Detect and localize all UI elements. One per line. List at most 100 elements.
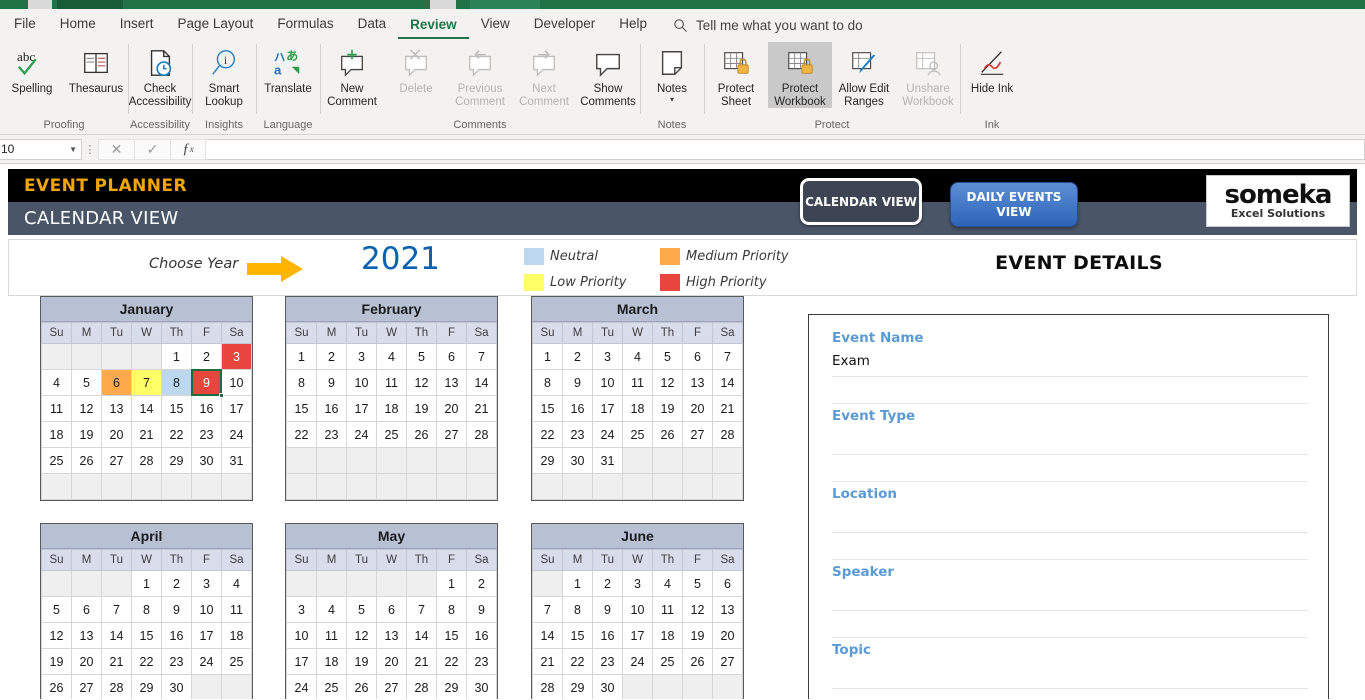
field-value-continuation[interactable]: [832, 533, 1308, 560]
calendar-day-cell[interactable]: 19: [407, 396, 437, 422]
field-value-continuation[interactable]: [832, 377, 1308, 404]
calendar-day-cell[interactable]: 10: [222, 370, 252, 396]
calendar-day-cell[interactable]: 12: [72, 396, 102, 422]
calendar-day-cell[interactable]: 1: [563, 571, 593, 597]
field-value-continuation[interactable]: [832, 611, 1308, 638]
calendar-day-cell[interactable]: 9: [162, 597, 192, 623]
calendar-day-cell[interactable]: 25: [623, 422, 653, 448]
calendar-day-cell[interactable]: 15: [162, 396, 192, 422]
calendar-day-cell[interactable]: 27: [713, 649, 743, 675]
calendar-day-cell[interactable]: 22: [287, 422, 317, 448]
calendar-day-cell[interactable]: 14: [713, 370, 743, 396]
calendar-day-cell[interactable]: 5: [42, 597, 72, 623]
year-selector[interactable]: 2021: [361, 241, 451, 277]
calendar-day-cell[interactable]: 10: [347, 370, 377, 396]
calendar-day-cell[interactable]: 9: [192, 370, 222, 396]
calendar-day-cell[interactable]: 27: [102, 448, 132, 474]
chevron-down-icon[interactable]: ▼: [69, 145, 77, 154]
field-value-continuation[interactable]: [832, 455, 1308, 482]
calendar-day-cell[interactable]: 4: [653, 571, 683, 597]
calendar-day-cell[interactable]: 28: [533, 675, 563, 700]
calendar-day-cell[interactable]: 7: [467, 344, 497, 370]
calendar-view-button[interactable]: CALENDAR VIEW: [800, 178, 922, 225]
calendar-day-cell[interactable]: 29: [162, 448, 192, 474]
calendar-day-cell[interactable]: 28: [713, 422, 743, 448]
calendar-day-cell[interactable]: 24: [593, 422, 623, 448]
calendar-day-cell[interactable]: 22: [533, 422, 563, 448]
check-accessibility-button[interactable]: Check Accessibility: [128, 42, 192, 108]
calendar-day-cell[interactable]: 24: [222, 422, 252, 448]
calendar-day-cell[interactable]: 5: [683, 571, 713, 597]
calendar-day-cell[interactable]: 30: [162, 675, 192, 700]
calendar-day-cell[interactable]: 6: [102, 370, 132, 396]
calendar-day-cell[interactable]: 17: [287, 649, 317, 675]
ribbon-tab-page-layout[interactable]: Page Layout: [166, 11, 266, 39]
calendar-day-cell[interactable]: 27: [377, 675, 407, 700]
formula-bar-grip[interactable]: ⋮: [82, 143, 98, 156]
calendar-day-cell[interactable]: 12: [407, 370, 437, 396]
calendar-day-cell[interactable]: 18: [377, 396, 407, 422]
calendar-day-cell[interactable]: 21: [102, 649, 132, 675]
calendar-day-cell[interactable]: 26: [683, 649, 713, 675]
calendar-day-cell[interactable]: 29: [563, 675, 593, 700]
calendar-day-cell[interactable]: 14: [102, 623, 132, 649]
calendar-day-cell[interactable]: 28: [467, 422, 497, 448]
calendar-day-cell[interactable]: 1: [437, 571, 467, 597]
calendar-day-cell[interactable]: 14: [132, 396, 162, 422]
calendar-day-cell[interactable]: 17: [222, 396, 252, 422]
calendar-day-cell[interactable]: 24: [347, 422, 377, 448]
calendar-day-cell[interactable]: 31: [222, 448, 252, 474]
calendar-day-cell[interactable]: 1: [132, 571, 162, 597]
calendar-day-cell[interactable]: 18: [222, 623, 252, 649]
calendar-day-cell[interactable]: 4: [222, 571, 252, 597]
calendar-day-cell[interactable]: 23: [467, 649, 497, 675]
calendar-day-cell[interactable]: 23: [593, 649, 623, 675]
calendar-day-cell[interactable]: 24: [192, 649, 222, 675]
ribbon-tab-developer[interactable]: Developer: [522, 11, 608, 39]
calendar-day-cell[interactable]: 29: [533, 448, 563, 474]
calendar-day-cell[interactable]: 26: [407, 422, 437, 448]
close-icon[interactable]: ✕: [98, 139, 134, 160]
calendar-day-cell[interactable]: 7: [102, 597, 132, 623]
formula-input[interactable]: [206, 139, 1365, 160]
calendar-day-cell[interactable]: 25: [317, 675, 347, 700]
calendar-day-cell[interactable]: 5: [653, 344, 683, 370]
field-value[interactable]: [832, 427, 1308, 455]
calendar-day-cell[interactable]: 2: [317, 344, 347, 370]
calendar-day-cell[interactable]: 19: [683, 623, 713, 649]
calendar-day-cell[interactable]: 6: [437, 344, 467, 370]
calendar-day-cell[interactable]: 28: [132, 448, 162, 474]
calendar-day-cell[interactable]: 21: [407, 649, 437, 675]
ribbon-tab-data[interactable]: Data: [346, 11, 399, 39]
calendar-day-cell[interactable]: 18: [623, 396, 653, 422]
calendar-day-cell[interactable]: 20: [713, 623, 743, 649]
calendar-day-cell[interactable]: 17: [347, 396, 377, 422]
calendar-day-cell[interactable]: 20: [437, 396, 467, 422]
calendar-day-cell[interactable]: 5: [72, 370, 102, 396]
notes-button[interactable]: Notes▾: [640, 42, 704, 103]
calendar-day-cell[interactable]: 7: [533, 597, 563, 623]
ribbon-tab-review[interactable]: Review: [398, 12, 469, 40]
calendar-day-cell[interactable]: 20: [102, 422, 132, 448]
calendar-day-cell[interactable]: 12: [683, 597, 713, 623]
calendar-day-cell[interactable]: 7: [407, 597, 437, 623]
calendar-day-cell[interactable]: 30: [192, 448, 222, 474]
fill-handle[interactable]: [219, 393, 224, 398]
calendar-day-cell[interactable]: 11: [377, 370, 407, 396]
calendar-day-cell[interactable]: 27: [683, 422, 713, 448]
translate-button[interactable]: ハaあTranslate: [256, 42, 320, 96]
calendar-day-cell[interactable]: 19: [653, 396, 683, 422]
calendar-day-cell[interactable]: 22: [437, 649, 467, 675]
calendar-day-cell[interactable]: 6: [377, 597, 407, 623]
calendar-day-cell[interactable]: 2: [593, 571, 623, 597]
hide-ink-button[interactable]: Hide Ink: [960, 42, 1024, 96]
calendar-day-cell[interactable]: 17: [593, 396, 623, 422]
calendar-day-cell[interactable]: 3: [192, 571, 222, 597]
calendar-day-cell[interactable]: 4: [317, 597, 347, 623]
calendar-day-cell[interactable]: 15: [563, 623, 593, 649]
calendar-day-cell[interactable]: 24: [287, 675, 317, 700]
calendar-day-cell[interactable]: 26: [347, 675, 377, 700]
calendar-day-cell[interactable]: 14: [533, 623, 563, 649]
calendar-day-cell[interactable]: 16: [593, 623, 623, 649]
calendar-day-cell[interactable]: 25: [222, 649, 252, 675]
